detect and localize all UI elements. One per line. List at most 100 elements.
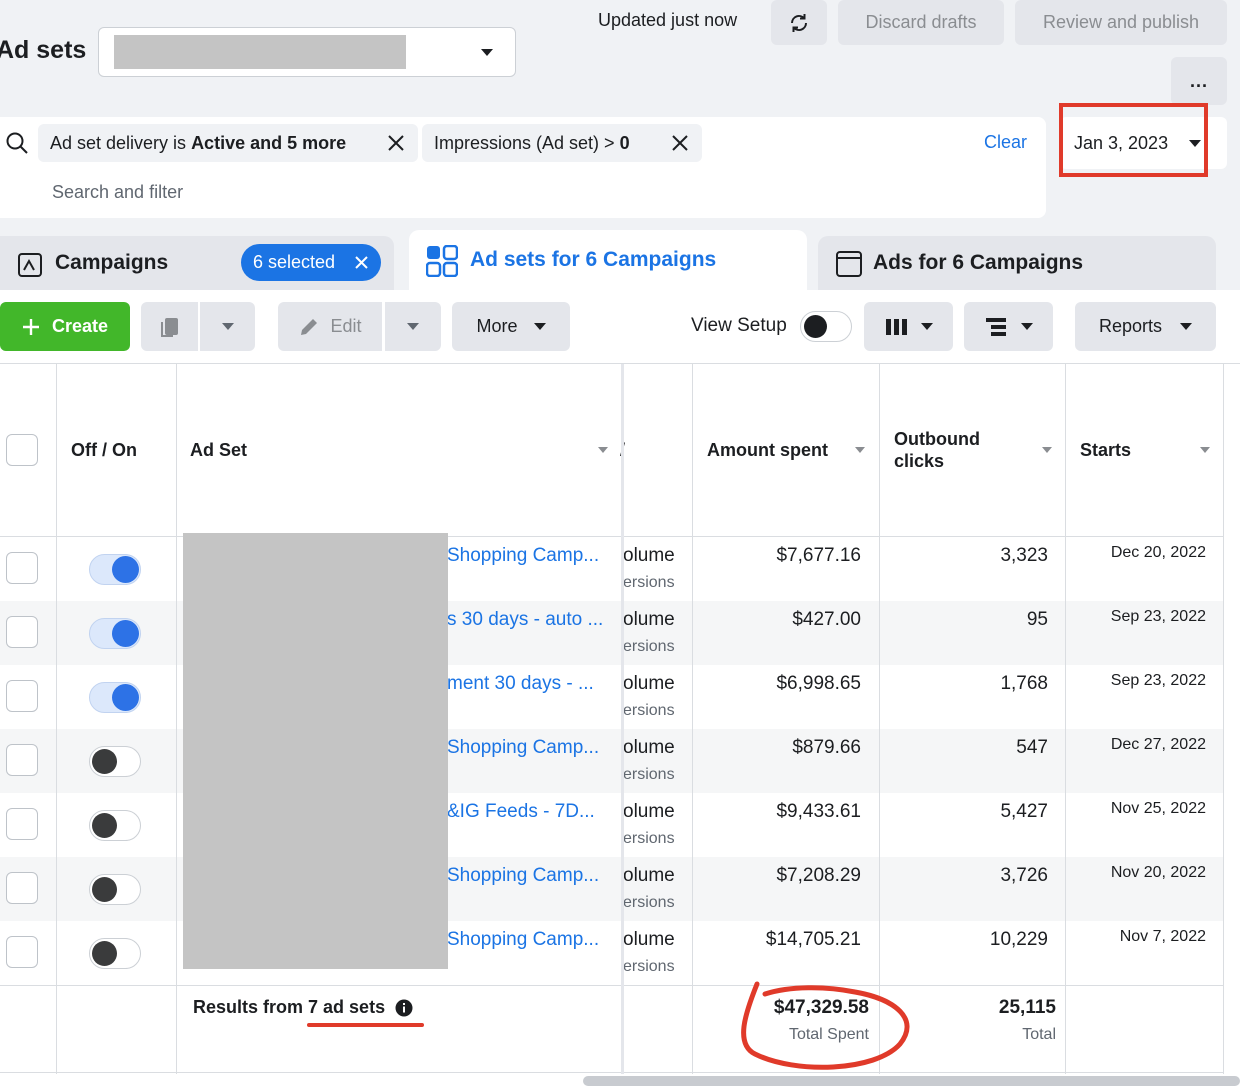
adset-name-link[interactable]: Shopping Camp... [447,865,619,887]
amount-spent-cell: $427.00 [792,609,861,630]
row-toggle[interactable] [89,746,141,777]
header-amount-spent[interactable]: Amount spent [707,440,828,461]
more-options-button[interactable]: ... [1171,57,1227,105]
duplicate-dropdown[interactable] [200,302,255,351]
adset-name-link[interactable]: Shopping Camp... [447,545,619,567]
clipped-cell-text: olume [623,545,675,566]
clear-filters-link[interactable]: Clear [984,132,1027,153]
header-outbound[interactable]: Outbound [894,429,980,450]
toggle-knob [112,556,139,583]
close-icon[interactable] [386,133,406,153]
columns-button[interactable] [864,302,953,351]
view-setup-toggle[interactable] [800,311,852,342]
review-publish-button[interactable]: Review and publish [1015,0,1227,45]
toggle-knob [92,813,117,838]
start-date-cell: Dec 27, 2022 [1110,736,1206,753]
discard-drafts-button[interactable]: Discard drafts [838,0,1004,45]
start-date-cell: Nov 20, 2022 [1110,864,1206,881]
redacted-account-name [114,35,406,69]
close-icon[interactable] [670,133,690,153]
reports-button[interactable]: Reports [1075,302,1216,351]
chevron-down-icon [481,49,493,56]
refresh-button[interactable] [771,0,827,45]
chevron-down-icon [1020,323,1033,330]
select-all-checkbox[interactable] [6,434,38,466]
header-starts[interactable]: Starts [1080,440,1131,461]
search-input[interactable]: Search and filter [52,182,183,203]
sort-icon[interactable] [1200,447,1210,453]
row-toggle[interactable] [89,874,141,905]
search-icon [6,132,28,154]
chevron-down-icon [407,323,419,330]
adset-name-link[interactable]: Shopping Camp... [447,737,619,759]
columns-icon [885,318,907,335]
outbound-clicks-cell: 10,229 [989,929,1048,950]
sort-icon[interactable] [1042,447,1052,453]
results-prefix: Results from [193,997,309,1017]
row-toggle[interactable] [89,810,141,841]
results-count[interactable]: 7 ad sets [308,997,385,1017]
reports-label: Reports [1098,316,1163,336]
sort-icon[interactable] [598,447,608,453]
amount-spent-cell: $7,677.16 [776,545,861,566]
info-icon[interactable] [395,999,413,1017]
grid-icon [426,245,458,277]
adset-name-link[interactable]: Shopping Camp... [447,929,619,951]
start-date-cell: Sep 23, 2022 [1110,608,1206,625]
row-checkbox[interactable] [6,936,38,968]
view-setup-label: View Setup [691,315,787,336]
header-adset[interactable]: Ad Set [190,440,247,461]
horizontal-scrollbar[interactable] [583,1076,1240,1086]
row-checkbox[interactable] [6,680,38,712]
row-checkbox[interactable] [6,744,38,776]
close-icon[interactable] [354,255,369,270]
col-divider [692,364,693,1074]
header-clicks[interactable]: clicks [894,451,944,472]
chevron-down-icon [920,323,933,330]
start-date-cell: Sep 23, 2022 [1110,672,1206,689]
selected-badge[interactable]: 6 selected [241,244,381,281]
outbound-clicks-cell: 5,427 [1000,801,1048,822]
chip-text: Ad set delivery is [50,132,192,153]
edit-button[interactable]: Edit [278,302,382,351]
selected-count: 6 selected [253,252,336,272]
col-divider [56,364,57,1074]
adset-name-link[interactable]: s 30 days - auto ... [447,609,619,631]
redacted-adset-names [183,533,448,969]
annotation-underline [307,1023,424,1027]
chip-bold-text: 0 [619,132,630,153]
tab-ads[interactable]: Ads for 6 Campaigns [818,236,1216,294]
clipped-cell-subtext: ersions [623,766,675,783]
row-checkbox[interactable] [6,616,38,648]
breakdown-button[interactable] [964,302,1053,351]
row-checkbox[interactable] [6,872,38,904]
sort-icon[interactable] [855,447,865,453]
row-toggle[interactable] [89,938,141,969]
row-toggle[interactable] [89,554,141,585]
amount-spent-cell: $879.66 [792,737,861,758]
adset-name-link[interactable]: ment 30 days - ... [447,673,619,695]
row-checkbox[interactable] [6,808,38,840]
row-checkbox[interactable] [6,552,38,584]
duplicate-button[interactable] [141,302,198,351]
edit-dropdown[interactable] [385,302,441,351]
clipped-cell-subtext: ersions [623,958,675,975]
annotation-circle [741,981,910,1070]
chip-text: Impressions (Ad set) > [434,132,620,153]
row-toggle[interactable] [89,618,141,649]
more-button[interactable]: More [452,302,570,351]
outbound-clicks-cell: 3,323 [1000,545,1048,566]
tab-campaigns-label: Campaigns [55,251,169,274]
results-summary: Results from 7 ad sets [193,997,385,1018]
amount-spent-cell: $9,433.61 [776,801,861,822]
filter-chip-delivery[interactable]: Ad set delivery is Active and 5 more [38,124,418,162]
breakdown-icon [985,317,1006,336]
clipped-cell-subtext: ersions [623,574,675,591]
create-label: Create [51,316,109,336]
filter-chip-impressions[interactable]: Impressions (Ad set) > 0 [422,124,702,162]
adset-name-link[interactable]: &IG Feeds - 7D... [447,801,619,823]
amount-spent-cell: $6,998.65 [776,673,861,694]
row-toggle[interactable] [89,682,141,713]
account-selector[interactable] [98,27,516,77]
create-button[interactable]: Create [0,302,130,351]
